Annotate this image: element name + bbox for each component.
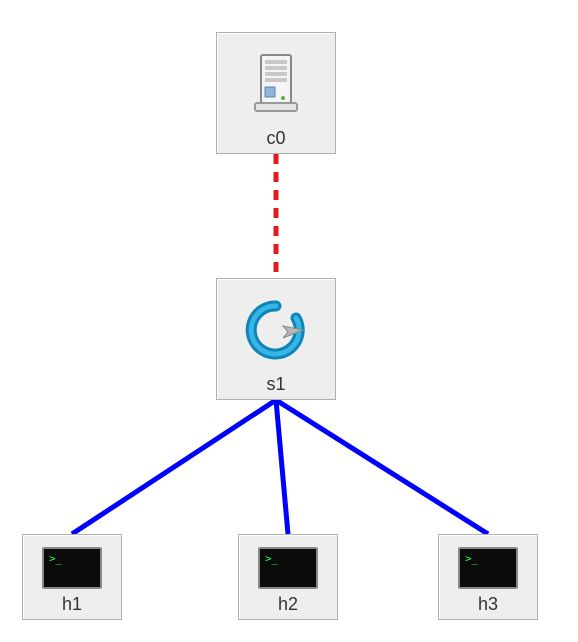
switch-icon — [241, 287, 311, 372]
terminal-icon — [258, 543, 318, 592]
node-controller[interactable]: c0 — [216, 32, 336, 154]
node-switch[interactable]: s1 — [216, 278, 336, 400]
link-switch-host1 — [72, 400, 276, 534]
topology-canvas: { "nodes": { "controller": { "label": "c… — [0, 0, 578, 642]
node-controller-label: c0 — [266, 128, 285, 149]
node-host-1-label: h1 — [62, 594, 82, 615]
server-icon — [249, 41, 303, 126]
link-switch-host2 — [276, 400, 288, 534]
node-host-1[interactable]: h1 — [22, 534, 122, 620]
node-host-3[interactable]: h3 — [438, 534, 538, 620]
terminal-icon — [458, 543, 518, 592]
terminal-icon — [42, 543, 102, 592]
node-switch-label: s1 — [266, 374, 285, 395]
link-switch-host3 — [276, 400, 488, 534]
node-host-2-label: h2 — [278, 594, 298, 615]
node-host-2[interactable]: h2 — [238, 534, 338, 620]
node-host-3-label: h3 — [478, 594, 498, 615]
